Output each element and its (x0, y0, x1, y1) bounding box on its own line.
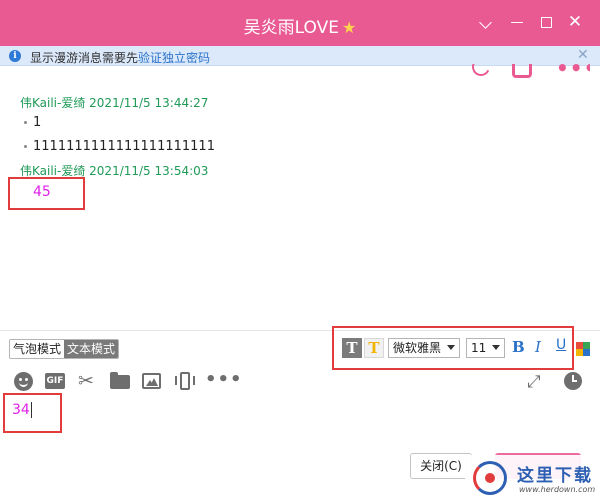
minimize-icon (511, 21, 523, 24)
gif-icon[interactable]: GIF (45, 373, 65, 389)
folder-icon[interactable] (110, 372, 130, 389)
minimize-button[interactable] (506, 11, 528, 33)
voice-call-icon[interactable] (470, 64, 493, 79)
phone-icon[interactable] (175, 372, 195, 392)
highlight-box-message (8, 177, 85, 210)
highlight-box-toolbar (332, 326, 574, 370)
watermark-url: www.herdown.com (519, 485, 596, 494)
info-message: 显示漫游消息需要先 (30, 51, 139, 65)
verify-password-link[interactable]: 验证独立密码 (138, 51, 210, 65)
window-title-text: 吴炎雨LOVE (243, 18, 339, 38)
bubble-mode-button[interactable]: 气泡模式 (10, 340, 65, 358)
watermark: 这里下载 www.herdown.com (465, 455, 600, 499)
message-meta: 伟Kaili-爱绮 2021/11/5 13:44:27 (20, 96, 209, 110)
text-mode-button[interactable]: 文本模式 (64, 340, 119, 358)
dropdown-chevron-button[interactable] (474, 11, 496, 33)
info-close-icon[interactable]: ✕ (577, 47, 589, 63)
image-icon[interactable] (142, 373, 161, 389)
scissors-icon[interactable]: ✂ (78, 371, 98, 391)
watermark-logo (473, 461, 507, 495)
emoji-icon[interactable] (14, 372, 33, 391)
title-bar: 吴炎雨LOVE ★ ✕ (0, 0, 600, 46)
expand-icon[interactable]: ⤢ (527, 373, 547, 393)
chevron-down-icon (478, 16, 492, 29)
highlight-box-compose (3, 393, 62, 433)
info-icon: i (9, 50, 21, 62)
roaming-info-bar: i 显示漫游消息需要先验证独立密码 ✕ (0, 46, 600, 66)
more-icon[interactable]: ••• (205, 370, 242, 390)
close-window-button[interactable]: ✕ (564, 11, 586, 33)
vip-star-icon: ★ (341, 18, 357, 37)
color-palette-icon[interactable] (576, 342, 590, 356)
chat-actions: ••• (470, 64, 590, 82)
message-line: 1111111111111111111111 (24, 139, 215, 154)
info-text: 显示漫游消息需要先验证独立密码 (30, 49, 210, 66)
message-line: 1 (24, 115, 41, 130)
video-call-icon[interactable] (512, 64, 532, 78)
more-actions-icon[interactable]: ••• (556, 64, 590, 80)
close-icon: ✕ (567, 12, 583, 32)
close-button[interactable]: 关闭(C) (410, 453, 472, 479)
message-mode-toggle: 气泡模式 文本模式 (9, 339, 120, 359)
clock-icon[interactable] (564, 372, 582, 390)
maximize-icon (540, 17, 552, 28)
maximize-button[interactable] (535, 11, 557, 33)
watermark-text: 这里下载 (517, 466, 593, 486)
